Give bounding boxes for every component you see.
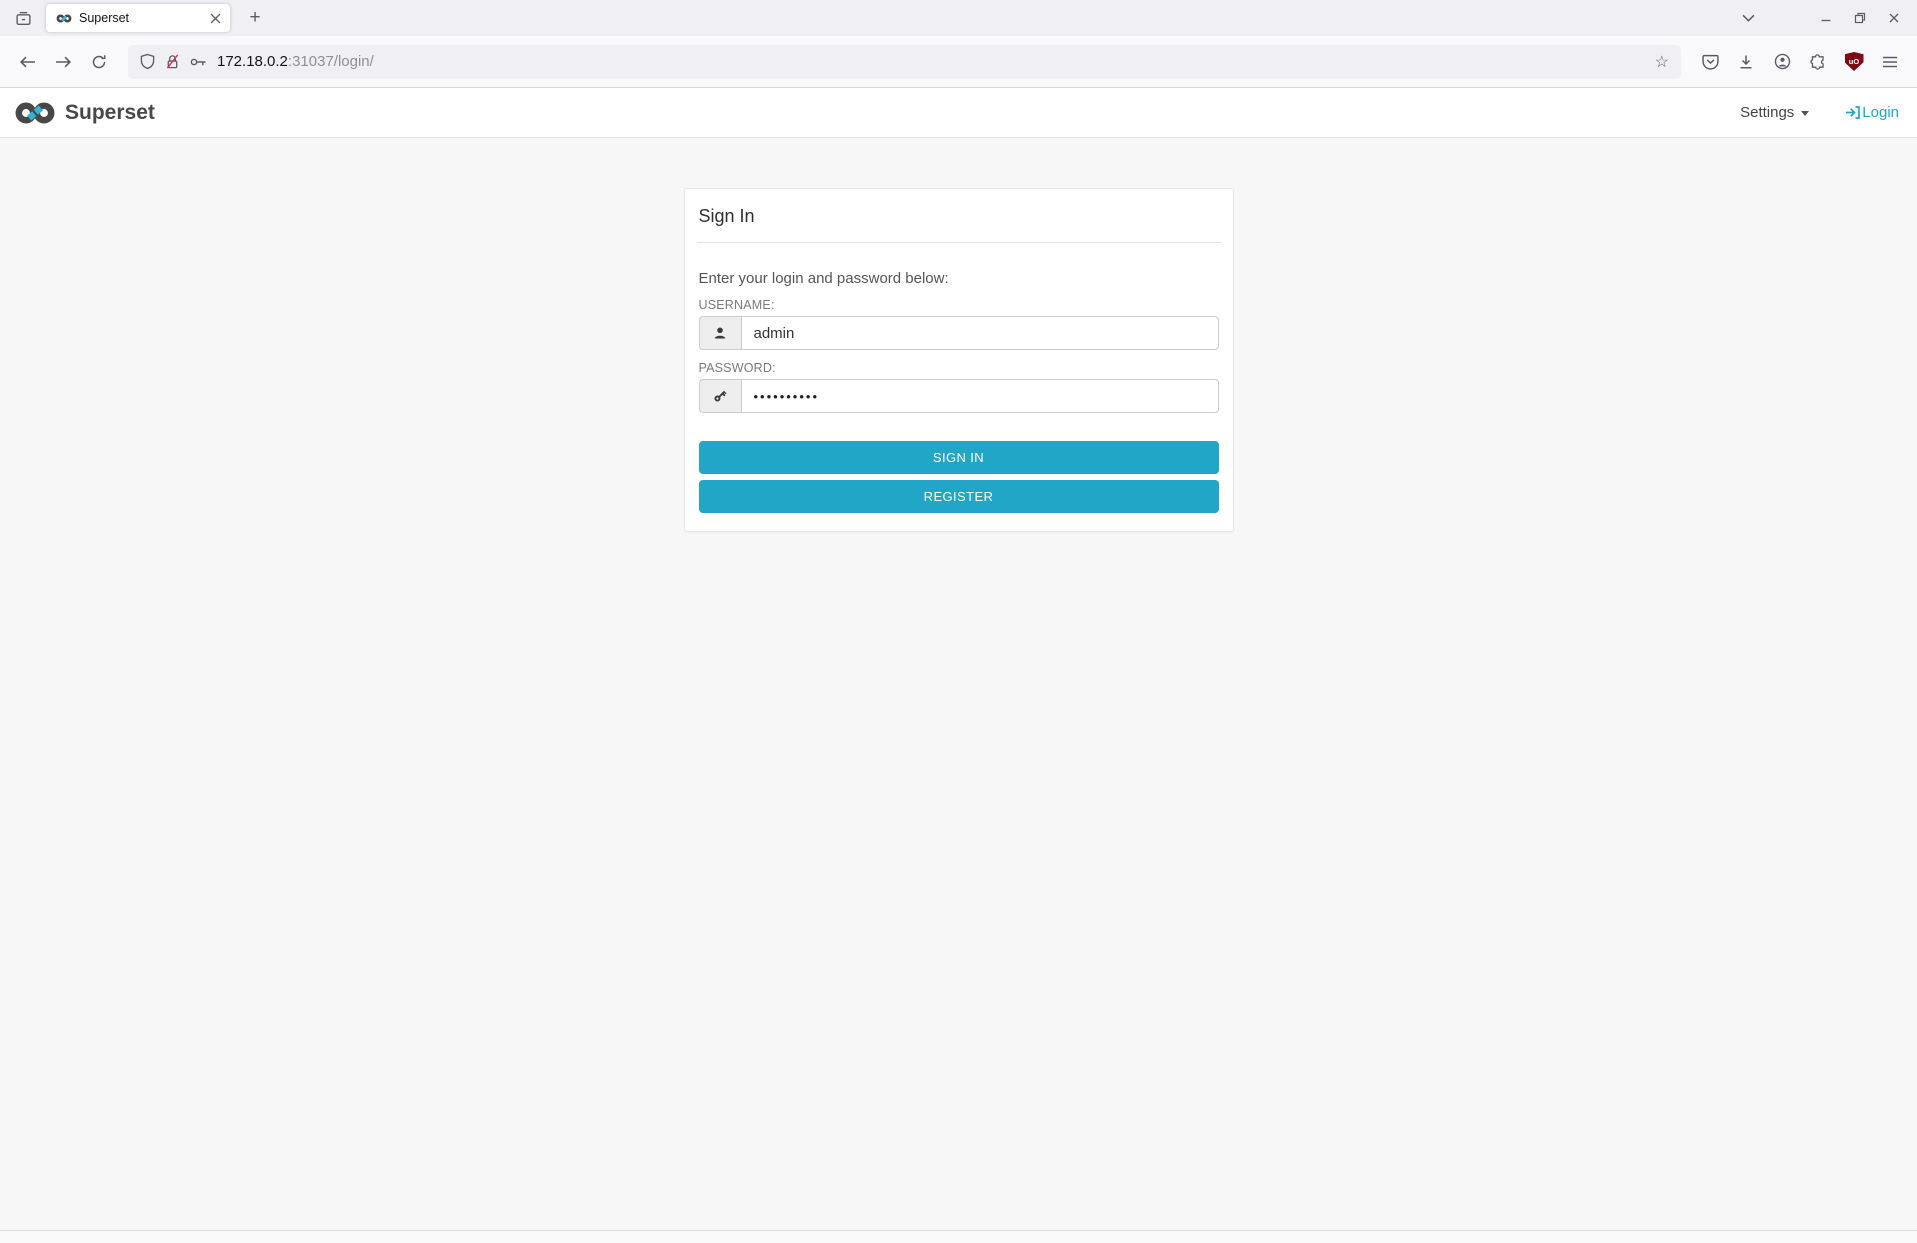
tab-close-icon[interactable] [205, 8, 225, 28]
saved-password-key-icon[interactable] [190, 56, 207, 68]
hamburger-menu-icon [1882, 55, 1898, 69]
settings-menu[interactable]: Settings [1740, 104, 1809, 121]
page-content: Sign In Enter your login and password be… [0, 188, 1917, 1243]
user-icon [699, 316, 741, 350]
panel-body: Enter your login and password below: USE… [685, 243, 1233, 531]
superset-navbar: Superset Settings Login [0, 88, 1917, 138]
insecure-lock-icon[interactable] [165, 53, 180, 70]
extensions-button[interactable] [1801, 45, 1835, 79]
back-arrow-icon [19, 55, 36, 69]
url-path: :31037/login/ [288, 53, 374, 70]
download-icon [1738, 54, 1754, 70]
url-text[interactable]: 172.18.0.2:31037/login/ [217, 53, 374, 70]
close-icon [1888, 12, 1900, 24]
login-icon [1845, 105, 1861, 120]
key-icon [699, 379, 741, 413]
sign-in-panel: Sign In Enter your login and password be… [684, 188, 1234, 532]
chevron-down-icon [1742, 14, 1755, 22]
puzzle-icon [1810, 54, 1826, 70]
account-icon [1774, 53, 1791, 70]
login-link[interactable]: Login [1845, 104, 1899, 121]
browser-toolbar: 172.18.0.2:31037/login/ ☆ [0, 36, 1917, 88]
reload-button[interactable] [82, 45, 116, 79]
url-bar[interactable]: 172.18.0.2:31037/login/ ☆ [128, 45, 1681, 79]
brand-name: Superset [65, 101, 155, 125]
login-label: Login [1862, 104, 1899, 121]
navbar-right: Settings Login [1740, 104, 1903, 121]
pocket-icon [1702, 54, 1719, 70]
restore-icon [1854, 12, 1866, 24]
superset-logo-icon [14, 101, 56, 125]
back-button[interactable] [10, 45, 44, 79]
shield-icon[interactable] [140, 53, 155, 70]
new-tab-button[interactable]: + [240, 4, 270, 32]
reload-icon [91, 54, 107, 70]
username-label: USERNAME: [699, 298, 1219, 312]
password-input-group [699, 379, 1219, 413]
password-label: PASSWORD: [699, 361, 1219, 375]
superset-brand[interactable]: Superset [14, 101, 155, 125]
panel-title: Sign In [685, 189, 1233, 242]
login-instruction: Enter your login and password below: [699, 270, 1219, 287]
caret-down-icon [1801, 111, 1809, 116]
list-all-tabs-button[interactable] [1733, 4, 1763, 32]
superset-favicon [56, 13, 72, 24]
minimize-icon [1820, 12, 1832, 24]
browser-tab-bar: Superset + [0, 0, 1917, 36]
restore-button[interactable] [1845, 4, 1875, 32]
url-host: 172.18.0.2 [217, 53, 288, 70]
username-input[interactable] [741, 316, 1219, 350]
password-input[interactable] [741, 379, 1219, 413]
downloads-button[interactable] [1729, 45, 1763, 79]
account-button[interactable] [1765, 45, 1799, 79]
settings-label: Settings [1740, 104, 1794, 121]
page-footer [0, 1230, 1917, 1243]
close-window-button[interactable] [1879, 4, 1909, 32]
plus-icon: + [249, 7, 260, 29]
bookmark-star-icon[interactable]: ☆ [1655, 52, 1669, 72]
forward-arrow-icon [55, 55, 72, 69]
username-input-group [699, 316, 1219, 350]
pocket-button[interactable] [1693, 45, 1727, 79]
tab-title: Superset [79, 11, 198, 25]
ublock-origin-button[interactable]: uO [1837, 45, 1871, 79]
sign-in-button[interactable]: SIGN IN [699, 441, 1219, 474]
forward-button[interactable] [46, 45, 80, 79]
register-button[interactable]: REGISTER [699, 480, 1219, 513]
browser-tab-superset[interactable]: Superset [46, 4, 230, 32]
ublock-origin-icon: uO [1845, 52, 1864, 71]
menu-button[interactable] [1873, 45, 1907, 79]
firefox-view-button[interactable] [8, 4, 38, 32]
firefox-view-icon [15, 10, 32, 27]
minimize-button[interactable] [1811, 4, 1841, 32]
window-controls [1811, 4, 1909, 32]
